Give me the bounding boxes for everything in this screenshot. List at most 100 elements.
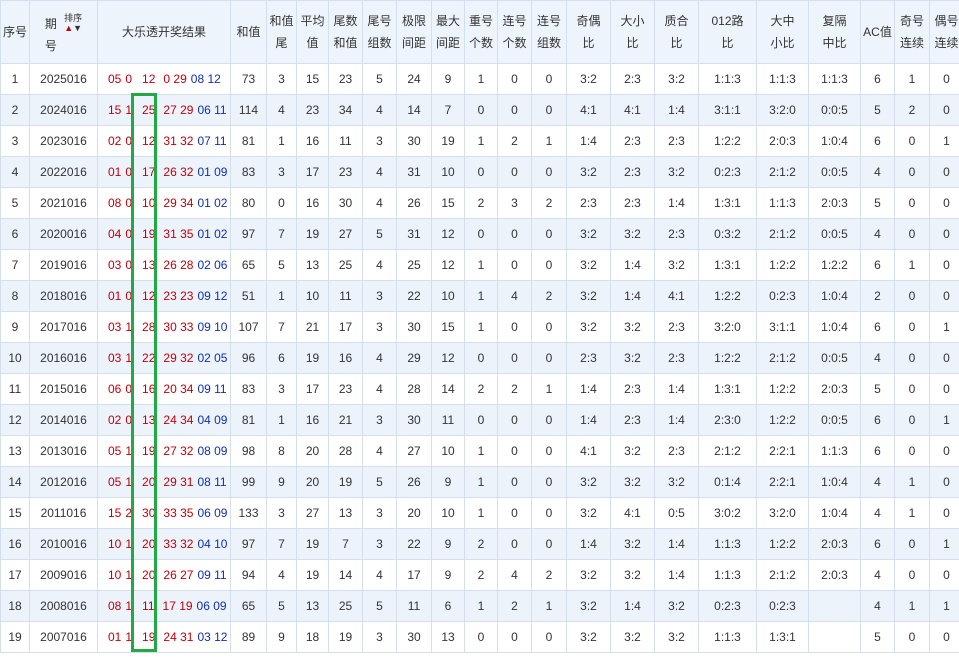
- cell-pc: 1:4: [654, 187, 699, 219]
- cell-bms: 3:2:0: [756, 497, 809, 529]
- cell-ac: 4: [860, 497, 895, 529]
- cell-rp: 0: [464, 94, 498, 126]
- cell-cg: 2: [531, 559, 567, 591]
- red-ball-2: 0: [125, 196, 133, 210]
- cell-draw: 01 0 12 23 23 09 12: [97, 280, 231, 312]
- cell-ts: 14: [328, 559, 363, 591]
- red-ball-4-5: 24 34: [163, 413, 194, 427]
- cell-period: 2010016: [29, 528, 98, 560]
- cell-bs: 4:1: [610, 94, 655, 126]
- cell-st: 4: [266, 559, 297, 591]
- cell-tg: 3: [362, 497, 397, 529]
- sort-up-icon[interactable]: ▲: [64, 23, 73, 33]
- cell-st: 5: [266, 590, 297, 622]
- cell-rp: 0: [464, 404, 498, 436]
- cell-ts: 34: [328, 94, 363, 126]
- red-ball-3: 12: [142, 289, 156, 303]
- cell-pc: 2:3: [654, 435, 699, 467]
- cell-avg: 20: [296, 466, 329, 498]
- cell-ac: 5: [860, 621, 895, 653]
- cell-tg: 4: [362, 342, 397, 374]
- header-big-small: 大小比: [610, 0, 655, 64]
- cell-avg: 13: [296, 590, 329, 622]
- cell-period: 2023016: [29, 125, 98, 157]
- red-ball-4-5: 24 31: [163, 630, 194, 644]
- cell-st: 3: [266, 373, 297, 405]
- cell-rep: 0:0:5: [808, 218, 861, 250]
- cell-mg: 9: [431, 63, 465, 95]
- cell-sp: 22: [396, 280, 432, 312]
- cell-ts: 30: [328, 187, 363, 219]
- cell-mg: 6: [431, 590, 465, 622]
- blue-balls: 09 10: [197, 320, 228, 334]
- cell-st: 3: [266, 497, 297, 529]
- cell-st: 3: [266, 63, 297, 95]
- cell-or: 0: [894, 125, 930, 157]
- cell-sum: 99: [230, 466, 267, 498]
- cell-ts: 17: [328, 311, 363, 343]
- cell-er: 0: [929, 435, 959, 467]
- cell-bms: 2:1:2: [756, 559, 809, 591]
- cell-oe: 3:2: [566, 621, 611, 653]
- cell-bs: 3:2: [610, 311, 655, 343]
- cell-seq: 4: [0, 156, 30, 188]
- cell-cg: 0: [531, 156, 567, 188]
- cell-bs: 4:1: [610, 497, 655, 529]
- cell-sum: 81: [230, 404, 267, 436]
- cell-or: 0: [894, 559, 930, 591]
- cell-oe: 3:2: [566, 249, 611, 281]
- cell-oe: 3:2: [566, 497, 611, 529]
- cell-rp: 2: [464, 373, 498, 405]
- blue-balls: 02 05: [197, 351, 228, 365]
- cell-or: 0: [894, 435, 930, 467]
- cell-oe: 2:3: [566, 342, 611, 374]
- cell-period: 2012016: [29, 466, 98, 498]
- cell-mg: 19: [431, 125, 465, 157]
- cell-rd: 1:1:3: [698, 63, 757, 95]
- red-ball-2: 0: [125, 382, 133, 396]
- cell-tg: 4: [362, 156, 397, 188]
- cell-oe: 3:2: [566, 311, 611, 343]
- red-ball-4-5: 29 31: [163, 475, 194, 489]
- cell-or: 1: [894, 63, 930, 95]
- red-ball-2: 1: [125, 444, 133, 458]
- table-row: 1 2025016 05 0 12 0 29 08 12 73 3 15 23 5 24 9 1 0 0 3:2 2…: [0, 63, 959, 95]
- cell-bs: 3:2: [610, 528, 655, 560]
- cell-pc: 1:4: [654, 528, 699, 560]
- cell-er: 0: [929, 621, 959, 653]
- table-row: 18 2008016 08 1 11 17 19 06 09 65 5 13 25 5 11 6 1 2 1 3:…: [0, 590, 959, 622]
- cell-seq: 5: [0, 187, 30, 219]
- blue-balls: 08 12: [190, 72, 221, 86]
- cell-ts: 7: [328, 528, 363, 560]
- cell-sum: 114: [230, 94, 267, 126]
- cell-ac: 6: [860, 249, 895, 281]
- cell-ac: 6: [860, 404, 895, 436]
- cell-bs: 2:3: [610, 63, 655, 95]
- cell-rp: 0: [464, 156, 498, 188]
- cell-period: 2024016: [29, 94, 98, 126]
- cell-ac: 6: [860, 125, 895, 157]
- cell-draw: 15 2 30 33 35 06 09: [97, 497, 231, 529]
- table-row: 6 2020016 04 0 19 31 35 01 02 97 7 19 27 5 31 12 0 0 0 3:…: [0, 218, 959, 250]
- cell-rep: 0:0:5: [808, 94, 861, 126]
- cell-er: 0: [929, 280, 959, 312]
- cell-bs: 3:2: [610, 621, 655, 653]
- cell-rep: 1:0:4: [808, 497, 861, 529]
- cell-er: 0: [929, 342, 959, 374]
- cell-pc: 3:2: [654, 63, 699, 95]
- red-ball-2: 0: [125, 134, 133, 148]
- sort-toggle[interactable]: 排序 ▲▼: [64, 13, 82, 33]
- blue-balls: 06 11: [197, 103, 227, 117]
- cell-ts: 23: [328, 156, 363, 188]
- blue-balls: 08 11: [197, 475, 227, 489]
- cell-tg: 5: [362, 466, 397, 498]
- cell-or: 0: [894, 528, 930, 560]
- cell-avg: 18: [296, 621, 329, 653]
- cell-tg: 5: [362, 63, 397, 95]
- table-row: 11 2015016 06 0 16 20 34 09 11 83 3 17 23 4 28 14 2 2 1 1…: [0, 373, 959, 405]
- cell-bs: 1:4: [610, 249, 655, 281]
- cell-avg: 19: [296, 528, 329, 560]
- cell-oe: 1:4: [566, 373, 611, 405]
- cell-sp: 14: [396, 94, 432, 126]
- sort-down-icon[interactable]: ▼: [73, 23, 82, 33]
